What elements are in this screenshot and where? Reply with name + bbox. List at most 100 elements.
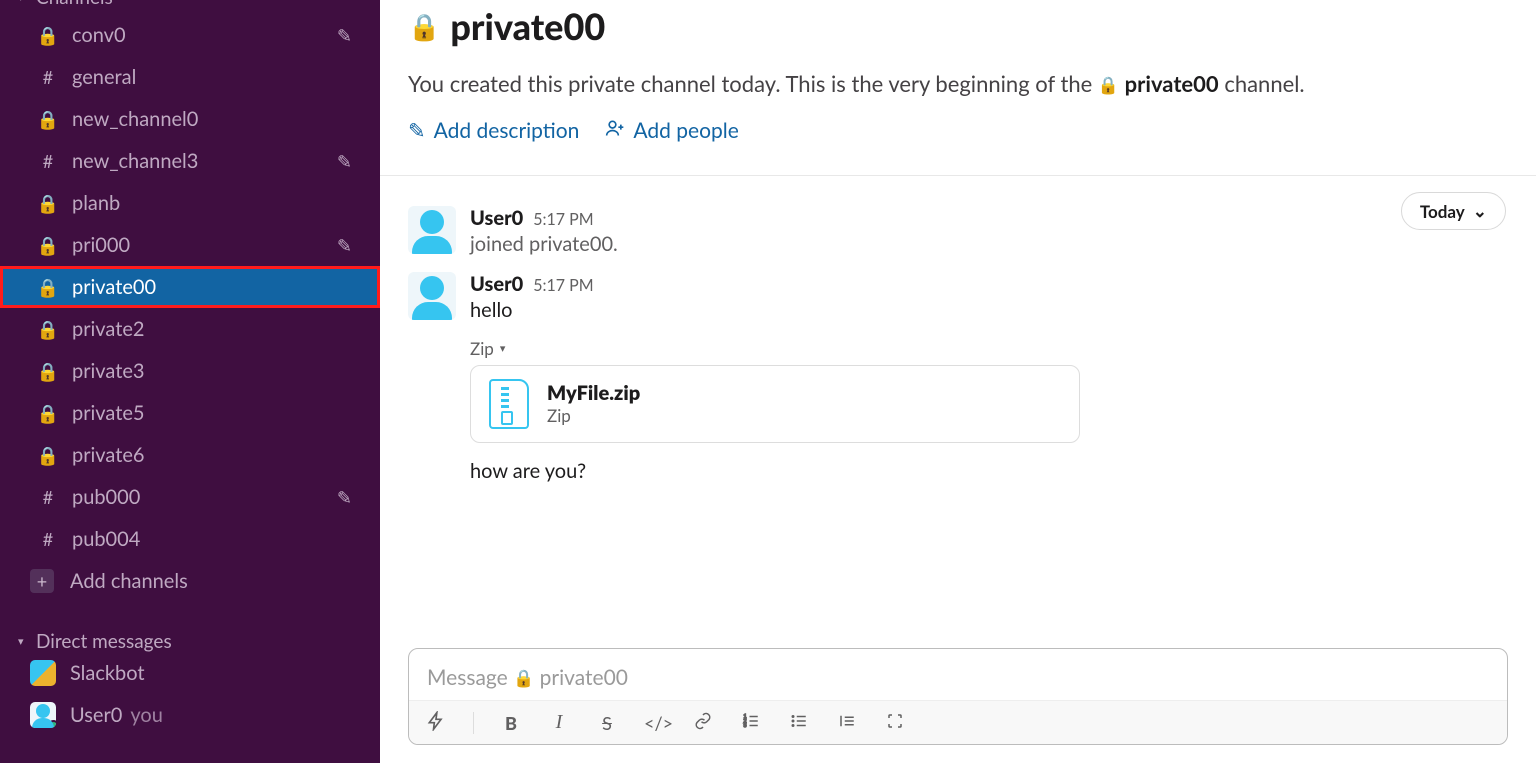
shortcuts-icon[interactable] bbox=[425, 711, 447, 735]
ordered-list-button[interactable]: 123 bbox=[740, 712, 762, 734]
zip-file-icon bbox=[489, 379, 529, 429]
sidebar-channel-private3[interactable]: 🔒 private3 bbox=[0, 350, 380, 392]
presence-indicator bbox=[48, 720, 56, 728]
sidebar-channel-planb[interactable]: 🔒planb bbox=[0, 182, 380, 224]
channel-label: pub004 bbox=[72, 527, 140, 551]
dm-list: Slackbot User0 you bbox=[0, 652, 380, 736]
avatar[interactable] bbox=[408, 206, 456, 254]
caret-down-icon: ▾ bbox=[500, 342, 506, 355]
channel-title-text: private00 bbox=[450, 4, 605, 48]
dm-label: Slackbot bbox=[70, 661, 145, 685]
intro-suffix: channel. bbox=[1224, 70, 1304, 97]
hash-icon: # bbox=[36, 528, 60, 550]
link-button[interactable] bbox=[692, 712, 714, 734]
message: User05:17 PMjoined private00. bbox=[408, 206, 1508, 256]
intro-channel-name: private00 bbox=[1125, 70, 1219, 97]
channel-label: private3 bbox=[72, 359, 144, 383]
lock-icon: 🔒 bbox=[1098, 74, 1119, 95]
lock-icon: 🔒 bbox=[36, 234, 60, 257]
sidebar-channel-private00[interactable]: 🔒private00 bbox=[0, 266, 380, 308]
pencil-icon: ✎ bbox=[408, 118, 426, 143]
lock-icon: 🔒 bbox=[36, 276, 60, 299]
add-people-button[interactable]: Add people bbox=[605, 118, 738, 143]
lock-icon: 🔒 bbox=[513, 667, 534, 688]
attachment-label[interactable]: Zip ▾ bbox=[470, 338, 1508, 359]
add-description-label: Add description bbox=[434, 118, 580, 143]
sidebar-channel-private5[interactable]: 🔒private5 bbox=[0, 392, 380, 434]
sidebar-channel-private2[interactable]: 🔒 private2 bbox=[0, 308, 380, 350]
channel-label: private2 bbox=[72, 317, 144, 341]
message: User0 5:17 PM hello Zip ▾ MyFile.zipZip how a… bbox=[408, 272, 1508, 483]
channel-label: pub000 bbox=[72, 485, 140, 509]
bullet-list-button[interactable] bbox=[788, 712, 810, 734]
main-pane: 🔒 private00 You created this private cha… bbox=[380, 0, 1536, 763]
pencil-icon[interactable]: ✎ bbox=[337, 150, 352, 173]
message-text: how are you? bbox=[470, 459, 1508, 483]
file-type: Zip bbox=[547, 405, 640, 426]
file-name: MyFile.zip bbox=[547, 381, 640, 405]
add-channels-label: Add channels bbox=[70, 569, 188, 593]
message-username[interactable]: User0 bbox=[470, 206, 523, 230]
separator bbox=[473, 712, 474, 734]
lock-icon: 🔒 bbox=[408, 10, 440, 43]
date-pill[interactable]: Today ⌄ bbox=[1401, 192, 1506, 230]
channel-label: pri000 bbox=[72, 233, 130, 257]
channel-intro: 🔒 private00 You created this private cha… bbox=[380, 0, 1536, 165]
sidebar-channel-new_channel0[interactable]: 🔒new_channel0 bbox=[0, 98, 380, 140]
svg-text:3: 3 bbox=[744, 723, 747, 729]
lock-icon: 🔒 bbox=[36, 444, 60, 467]
pencil-icon[interactable]: ✎ bbox=[337, 486, 352, 509]
sidebar-channel-pri000[interactable]: 🔒 pri000 ✎ bbox=[0, 224, 380, 266]
pencil-icon[interactable]: ✎ bbox=[337, 234, 352, 257]
person-plus-icon bbox=[605, 118, 625, 143]
blockquote-button[interactable] bbox=[836, 712, 858, 734]
bold-button[interactable]: B bbox=[500, 712, 522, 734]
avatar bbox=[30, 702, 56, 728]
channels-section-label: Channels bbox=[36, 0, 113, 9]
sidebar-channel-conv0[interactable]: 🔒conv0✎ bbox=[0, 14, 380, 56]
lock-icon: 🔒 bbox=[36, 318, 60, 341]
sidebar-channel-new_channel3[interactable]: #new_channel3✎ bbox=[0, 140, 380, 182]
pencil-icon[interactable]: ✎ bbox=[337, 24, 352, 47]
file-attachment[interactable]: MyFile.zipZip bbox=[470, 365, 1080, 443]
message-timestamp[interactable]: 5:17 PM bbox=[533, 276, 593, 295]
lock-icon: 🔒 bbox=[36, 360, 60, 383]
channel-label: new_channel3 bbox=[72, 149, 198, 173]
dm-item-user0[interactable]: User0 you bbox=[0, 694, 380, 736]
italic-button[interactable]: I bbox=[548, 711, 570, 734]
plus-icon: + bbox=[30, 569, 54, 593]
add-description-button[interactable]: ✎ Add description bbox=[408, 118, 579, 143]
add-channels-button[interactable]: + Add channels bbox=[0, 560, 380, 602]
sidebar-channel-pub000[interactable]: #pub000✎ bbox=[0, 476, 380, 518]
channel-label: general bbox=[72, 65, 136, 89]
date-pill-label: Today bbox=[1420, 201, 1465, 222]
dm-section-label: Direct messages bbox=[36, 630, 172, 653]
strikethrough-button[interactable]: S bbox=[596, 712, 618, 734]
message-body: User0 5:17 PM hello Zip ▾ MyFile.zipZip how a… bbox=[470, 272, 1508, 483]
dm-item-slackbot[interactable]: Slackbot bbox=[0, 652, 380, 694]
message-text: hello bbox=[470, 298, 1508, 322]
channel-label: private6 bbox=[72, 443, 144, 467]
caret-down-icon: ▾ bbox=[18, 0, 30, 4]
you-label: you bbox=[130, 703, 163, 727]
code-block-button[interactable] bbox=[884, 712, 906, 734]
message-username[interactable]: User0 bbox=[470, 272, 523, 296]
avatar[interactable] bbox=[408, 272, 456, 320]
message-input[interactable]: Message 🔒 private00 bbox=[409, 649, 1507, 700]
channels-section-header[interactable]: ▾ Channels bbox=[0, 0, 380, 8]
hash-icon: # bbox=[36, 66, 60, 88]
sidebar-channel-general[interactable]: # general bbox=[0, 56, 380, 98]
sidebar-channel-private6[interactable]: 🔒 private6 bbox=[0, 434, 380, 476]
sidebar-channel-pub004[interactable]: # pub004 bbox=[0, 518, 380, 560]
message-body: User05:17 PMjoined private00. bbox=[470, 206, 1508, 256]
code-button[interactable]: </> bbox=[644, 712, 666, 734]
message-timestamp[interactable]: 5:17 PM bbox=[533, 210, 593, 229]
dm-section-header[interactable]: ▾ Direct messages bbox=[0, 630, 380, 652]
sidebar: ▾ Channels 🔒conv0✎#general🔒new_channel0#… bbox=[0, 0, 380, 763]
message-composer: Message 🔒 private00 B I S </> 123 bbox=[408, 648, 1508, 745]
channel-label: new_channel0 bbox=[72, 107, 198, 131]
channel-title[interactable]: 🔒 private00 bbox=[408, 4, 1508, 48]
lock-icon: 🔒 bbox=[36, 24, 60, 47]
add-people-label: Add people bbox=[633, 118, 738, 143]
dm-label: User0 bbox=[70, 703, 122, 727]
